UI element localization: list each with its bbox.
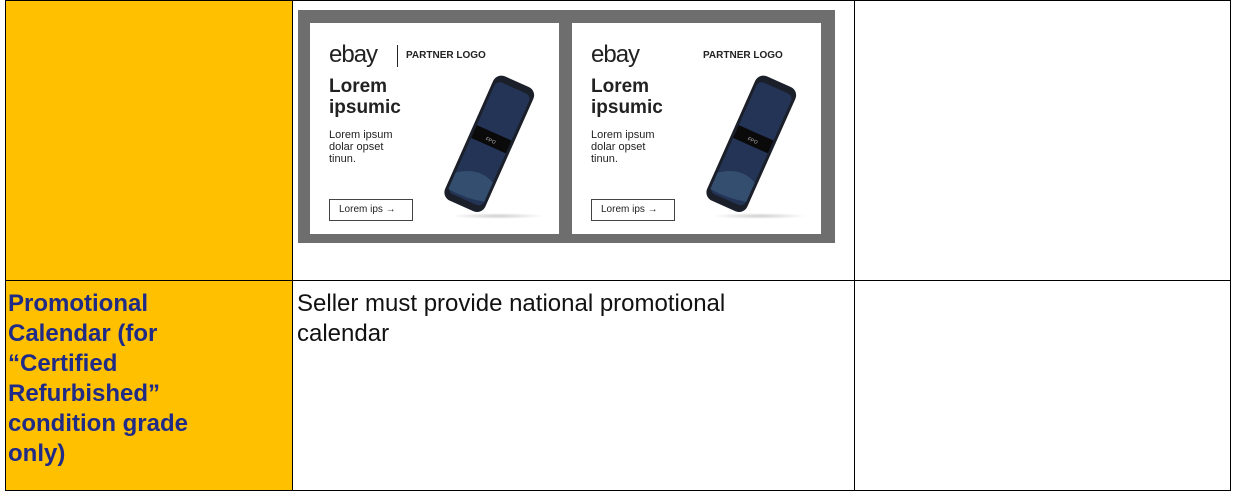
ebay-logo: ebay xyxy=(591,41,640,68)
requirements-table: ebay PARTNER LOGO Lorem ipsumic Lorem ip… xyxy=(5,0,1231,491)
label-cell: Promotional Calendar (for “Certified Ref… xyxy=(5,280,293,491)
banner-example-image: ebay PARTNER LOGO Lorem ipsumic Lorem ip… xyxy=(298,10,835,243)
ad-cta-button: Lorem ips → xyxy=(591,199,675,221)
requirement-cell: Seller must provide national promotional… xyxy=(292,280,855,491)
ad-banner: ebay PARTNER LOGO Lorem ipsumic Lorem ip… xyxy=(310,23,559,234)
example-cell: ebay PARTNER LOGO Lorem ipsumic Lorem ip… xyxy=(292,0,855,281)
notes-cell xyxy=(854,0,1231,281)
row-label: Promotional Calendar (for “Certified Ref… xyxy=(8,290,188,467)
label-cell xyxy=(5,0,293,281)
ad-body-text: Lorem ipsum dolar opset tinun. xyxy=(591,129,655,165)
smartphone-icon: FPO xyxy=(706,75,797,212)
ad-cta-button: Lorem ips → xyxy=(329,199,413,221)
ad-headline: Lorem ipsumic xyxy=(329,76,401,118)
ad-body-text: Lorem ipsum dolar opset tinun. xyxy=(329,129,393,165)
ad-headline: Lorem ipsumic xyxy=(591,76,663,118)
requirement-text: Seller must provide national promotional… xyxy=(297,290,726,347)
smartphone-icon: FPO xyxy=(444,75,535,212)
ebay-logo: ebay xyxy=(329,41,378,68)
ad-banner: ebay PARTNER LOGO Lorem ipsumic Lorem ip… xyxy=(572,23,821,234)
notes-cell xyxy=(854,280,1231,491)
partner-logo: PARTNER LOGO xyxy=(703,50,783,61)
partner-logo: PARTNER LOGO xyxy=(406,50,486,61)
logo-divider xyxy=(397,45,398,67)
